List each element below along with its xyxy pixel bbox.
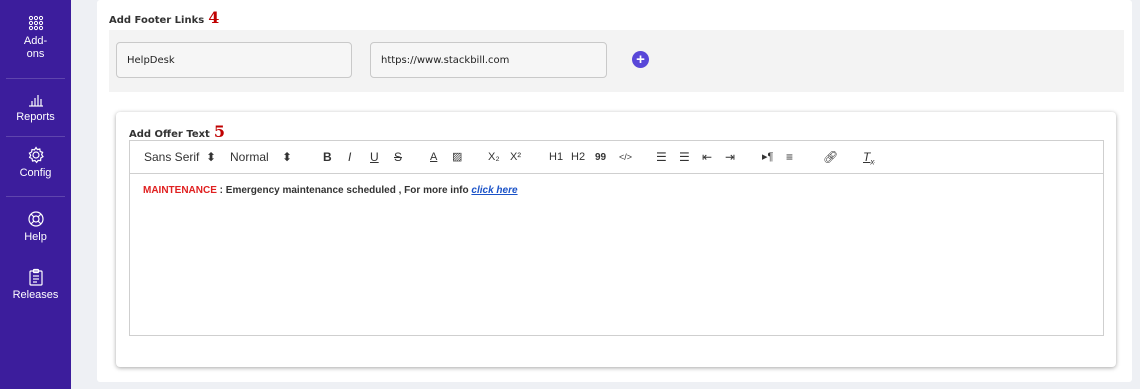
editor-content[interactable]: MAINTENANCE : Emergency maintenance sche… <box>143 185 518 196</box>
subscript-button[interactable]: X₂ <box>488 141 500 174</box>
rich-text-editor[interactable]: Sans Serif ⬍ Normal ⬍ B I U S A ▨ X₂ X² … <box>129 140 1104 336</box>
step-number: 5 <box>213 122 225 141</box>
superscript-button[interactable]: X² <box>510 141 521 174</box>
header1-button[interactable]: H1 <box>549 141 563 174</box>
font-family-select[interactable]: Sans Serif ⬍ <box>144 141 216 174</box>
message-text: Emergency maintenance scheduled , For mo… <box>225 185 472 196</box>
sidebar-item-reports[interactable]: Reports <box>0 90 71 124</box>
sidebar-item-config[interactable]: Config <box>0 146 71 180</box>
sidebar-item-help[interactable]: Help <box>0 210 71 244</box>
lifebuoy-icon <box>27 211 44 227</box>
italic-button[interactable]: I <box>348 141 351 174</box>
sidebar-divider <box>6 196 65 197</box>
sidebar-item-addons[interactable]: Add- ons <box>0 14 71 61</box>
sidebar-item-releases[interactable]: Releases <box>0 268 71 302</box>
add-footer-link-button[interactable]: + <box>632 51 649 68</box>
header2-button[interactable]: H2 <box>571 141 585 174</box>
blockquote-button[interactable]: 99 <box>595 141 606 174</box>
separator-text: : <box>216 185 226 196</box>
sidebar-item-label: Config <box>19 167 52 179</box>
editor-toolbar: Sans Serif ⬍ Normal ⬍ B I U S A ▨ X₂ X² … <box>130 141 1103 174</box>
maintenance-label: MAINTENANCE <box>143 185 217 196</box>
text-color-button[interactable]: A <box>430 141 437 174</box>
outdent-icon[interactable]: ⇤ <box>702 141 712 174</box>
ordered-list-icon[interactable]: ☰ <box>656 141 667 174</box>
sidebar-item-label: Reports <box>16 111 55 123</box>
sidebar-item-label: ons <box>26 48 45 60</box>
clear-format-icon[interactable]: Tx <box>863 141 874 174</box>
footer-link-name-input[interactable] <box>116 42 352 78</box>
background-color-icon[interactable]: ▨ <box>452 141 462 174</box>
grid-icon <box>28 15 43 31</box>
bold-button[interactable]: B <box>323 141 332 174</box>
step-number: 4 <box>208 8 220 27</box>
plus-icon: + <box>636 51 645 68</box>
text-direction-icon[interactable]: ▸¶ <box>762 141 773 174</box>
clipboard-icon <box>28 268 43 286</box>
footer-links-title: Add Footer Links <box>109 15 205 26</box>
gear-icon <box>28 146 44 164</box>
bar-chart-icon <box>28 95 43 107</box>
sidebar-divider <box>6 136 65 137</box>
code-block-button[interactable]: </> <box>619 141 632 174</box>
click-here-link[interactable]: click here <box>471 185 517 196</box>
bullet-list-icon[interactable]: ☰ <box>679 141 690 174</box>
footer-link-url-input[interactable] <box>370 42 607 78</box>
sidebar: Add- ons Reports Config Help Releases <box>0 0 71 389</box>
sidebar-item-label: Add- <box>23 35 48 47</box>
font-size-select[interactable]: Normal ⬍ <box>230 141 292 174</box>
indent-icon[interactable]: ⇥ <box>725 141 735 174</box>
underline-button[interactable]: U <box>370 141 379 174</box>
align-icon[interactable]: ≡ <box>786 141 793 174</box>
strike-button[interactable]: S <box>394 141 402 174</box>
sidebar-item-label: Help <box>24 231 47 243</box>
sidebar-item-label: Releases <box>12 289 59 301</box>
offer-text-heading: Add Offer Text 5 <box>129 122 225 141</box>
offer-text-title: Add Offer Text <box>129 129 210 140</box>
link-icon[interactable]: 🔗︎ <box>823 141 838 174</box>
sidebar-divider <box>6 78 65 79</box>
footer-links-heading: Add Footer Links 4 <box>109 8 219 27</box>
